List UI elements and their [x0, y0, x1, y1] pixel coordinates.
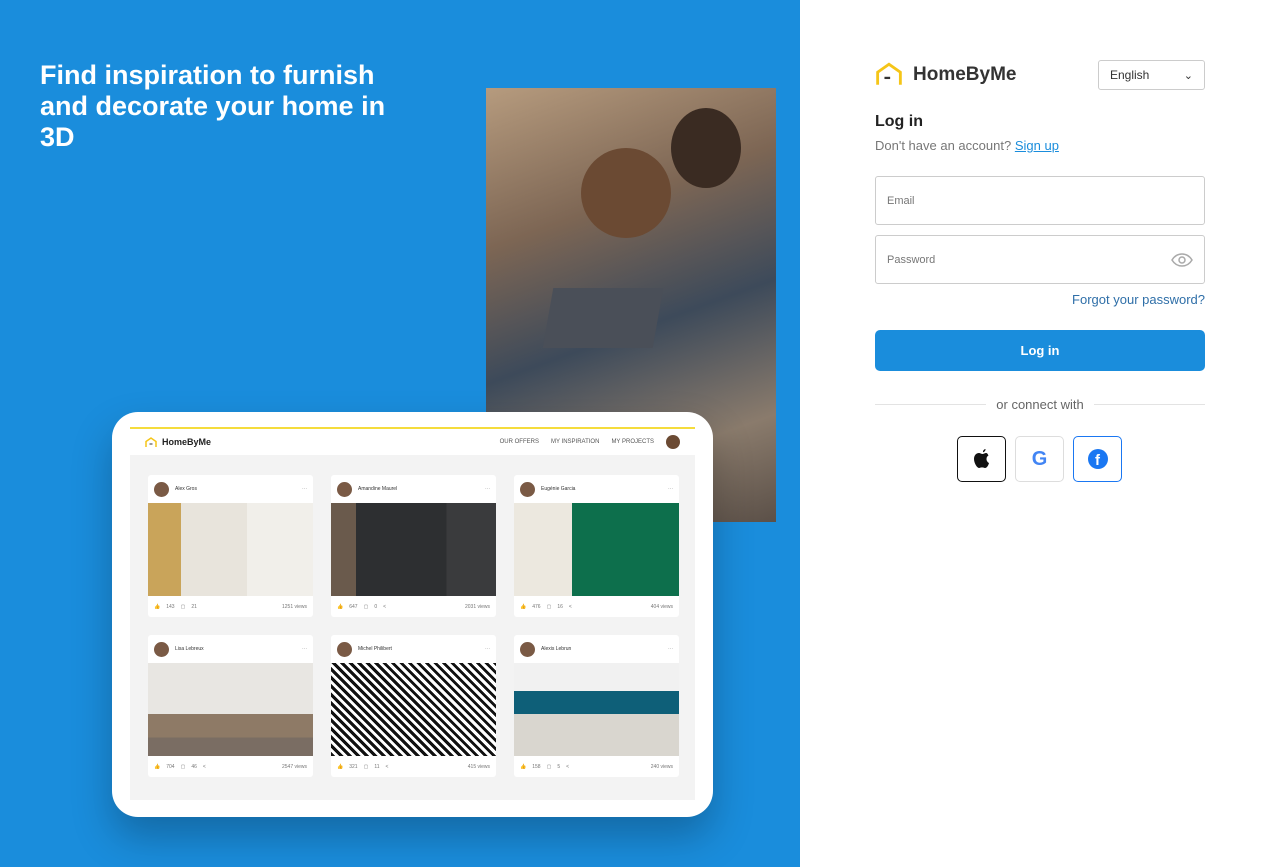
room-image — [148, 503, 313, 596]
comment-icon: ▢ — [180, 603, 186, 610]
email-field[interactable]: Email — [875, 176, 1205, 225]
inspiration-card[interactable]: Lisa Lebreux ··· 👍 704 ▢ 46 <2547 views — [148, 635, 313, 777]
preview-nav-offers: OUR OFFERS — [499, 439, 539, 445]
email-placeholder: Email — [887, 194, 915, 207]
comment-count: 46 — [191, 763, 197, 770]
google-login-button[interactable]: G — [1015, 436, 1064, 482]
house-logo-icon — [145, 436, 157, 447]
share-icon: < — [568, 603, 572, 610]
more-icon[interactable]: ··· — [485, 646, 490, 652]
like-count: 476 — [532, 603, 541, 610]
inspiration-card[interactable]: Alexis Lebrun ··· 👍 158 ▢ 5 <240 views — [514, 635, 679, 777]
avatar — [337, 481, 352, 497]
like-icon: 👍 — [337, 763, 344, 770]
room-image — [514, 503, 679, 596]
avatar — [666, 435, 680, 449]
avatar — [520, 481, 535, 497]
password-field[interactable]: Password — [875, 235, 1205, 284]
comment-icon: ▢ — [546, 763, 552, 770]
room-image — [331, 503, 496, 596]
share-icon: < — [566, 763, 570, 770]
like-icon: 👍 — [154, 603, 161, 610]
like-count: 158 — [532, 763, 541, 770]
apple-login-button[interactable] — [957, 436, 1006, 482]
inspiration-card[interactable]: Eugénie Garcia ··· 👍 476 ▢ 16 <404 views — [514, 475, 679, 617]
eye-icon[interactable] — [1171, 252, 1193, 267]
card-author: Alexis Lebrun — [541, 646, 572, 652]
comment-count: 5 — [557, 763, 561, 770]
google-icon: G — [1031, 447, 1048, 470]
login-title: Log in — [875, 113, 923, 130]
view-count: 2547 views — [281, 763, 307, 770]
password-placeholder: Password — [887, 253, 936, 266]
share-icon: < — [383, 603, 387, 610]
more-icon[interactable]: ··· — [302, 486, 307, 492]
view-count: 415 views — [467, 763, 490, 770]
room-image — [514, 663, 679, 756]
signup-link[interactable]: Sign up — [1015, 138, 1059, 153]
card-author: Lisa Lebreux — [175, 646, 204, 652]
like-icon: 👍 — [520, 763, 527, 770]
hero-headline: Find inspiration to furnish and decorate… — [40, 60, 386, 152]
login-button[interactable]: Log in — [875, 330, 1205, 371]
more-icon[interactable]: ··· — [302, 646, 307, 652]
house-logo-icon — [876, 62, 902, 85]
forgot-password-link[interactable]: Forgot your password? — [1072, 292, 1205, 307]
language-value: English — [1110, 68, 1150, 82]
more-icon[interactable]: ··· — [668, 646, 673, 652]
share-icon: < — [385, 763, 389, 770]
like-count: 321 — [349, 763, 358, 770]
inspiration-card[interactable]: Alex Gros ··· 👍 143 ▢ 21 1251 views — [148, 475, 313, 617]
comment-icon: ▢ — [180, 763, 186, 770]
no-account-text: Don't have an account? — [875, 138, 1012, 153]
card-author: Alex Gros — [175, 486, 197, 492]
like-count: 704 — [166, 763, 175, 770]
apple-icon — [973, 449, 989, 468]
avatar — [154, 481, 169, 497]
brand-name: HomeByMe — [913, 63, 1017, 85]
facebook-icon: f — [1087, 449, 1108, 469]
comment-count: 0 — [374, 603, 378, 610]
more-icon[interactable]: ··· — [668, 486, 673, 492]
hero-panel: Find inspiration to furnish and decorate… — [0, 0, 800, 867]
comment-count: 21 — [191, 603, 197, 610]
preview-brand: HomeByMe — [162, 437, 212, 447]
brand-logo: HomeByMe — [875, 62, 1016, 87]
inspiration-card[interactable]: Amandine Maurel ··· 👍 647 ▢ 0 <2031 views — [331, 475, 496, 617]
avatar — [154, 641, 169, 657]
comment-icon: ▢ — [363, 603, 369, 610]
tablet-preview: HomeByMe OUR OFFERS MY INSPIRATION MY PR… — [112, 412, 713, 817]
comment-count: 11 — [374, 763, 380, 770]
language-select[interactable]: English ⌄ — [1098, 60, 1205, 90]
avatar — [520, 641, 535, 657]
preview-nav-inspiration: MY INSPIRATION — [550, 439, 600, 445]
card-author: Amandine Maurel — [358, 486, 398, 492]
comment-icon: ▢ — [363, 763, 369, 770]
like-icon: 👍 — [154, 763, 161, 770]
chevron-down-icon: ⌄ — [1183, 69, 1193, 82]
like-count: 647 — [349, 603, 358, 610]
view-count: 1251 views — [281, 603, 307, 610]
room-image — [331, 663, 496, 756]
login-panel: HomeByMe English ⌄ Log in Don't have an a… — [800, 0, 1280, 867]
card-author: Michel Philibert — [358, 646, 392, 652]
like-icon: 👍 — [520, 603, 527, 610]
view-count: 240 views — [650, 763, 673, 770]
like-icon: 👍 — [337, 603, 344, 610]
preview-nav-projects: MY PROJECTS — [611, 439, 654, 445]
comment-count: 16 — [557, 603, 563, 610]
comment-icon: ▢ — [546, 603, 552, 610]
share-icon: < — [202, 763, 206, 770]
facebook-login-button[interactable]: f — [1073, 436, 1122, 482]
room-image — [148, 663, 313, 756]
avatar — [337, 641, 352, 657]
more-icon[interactable]: ··· — [485, 486, 490, 492]
like-count: 143 — [166, 603, 175, 610]
view-count: 2031 views — [464, 603, 490, 610]
or-connect-text: or connect with — [996, 397, 1084, 412]
card-author: Eugénie Garcia — [541, 486, 576, 492]
inspiration-card[interactable]: Michel Philibert ··· 👍 321 ▢ 11 <415 views — [331, 635, 496, 777]
view-count: 404 views — [650, 603, 673, 610]
